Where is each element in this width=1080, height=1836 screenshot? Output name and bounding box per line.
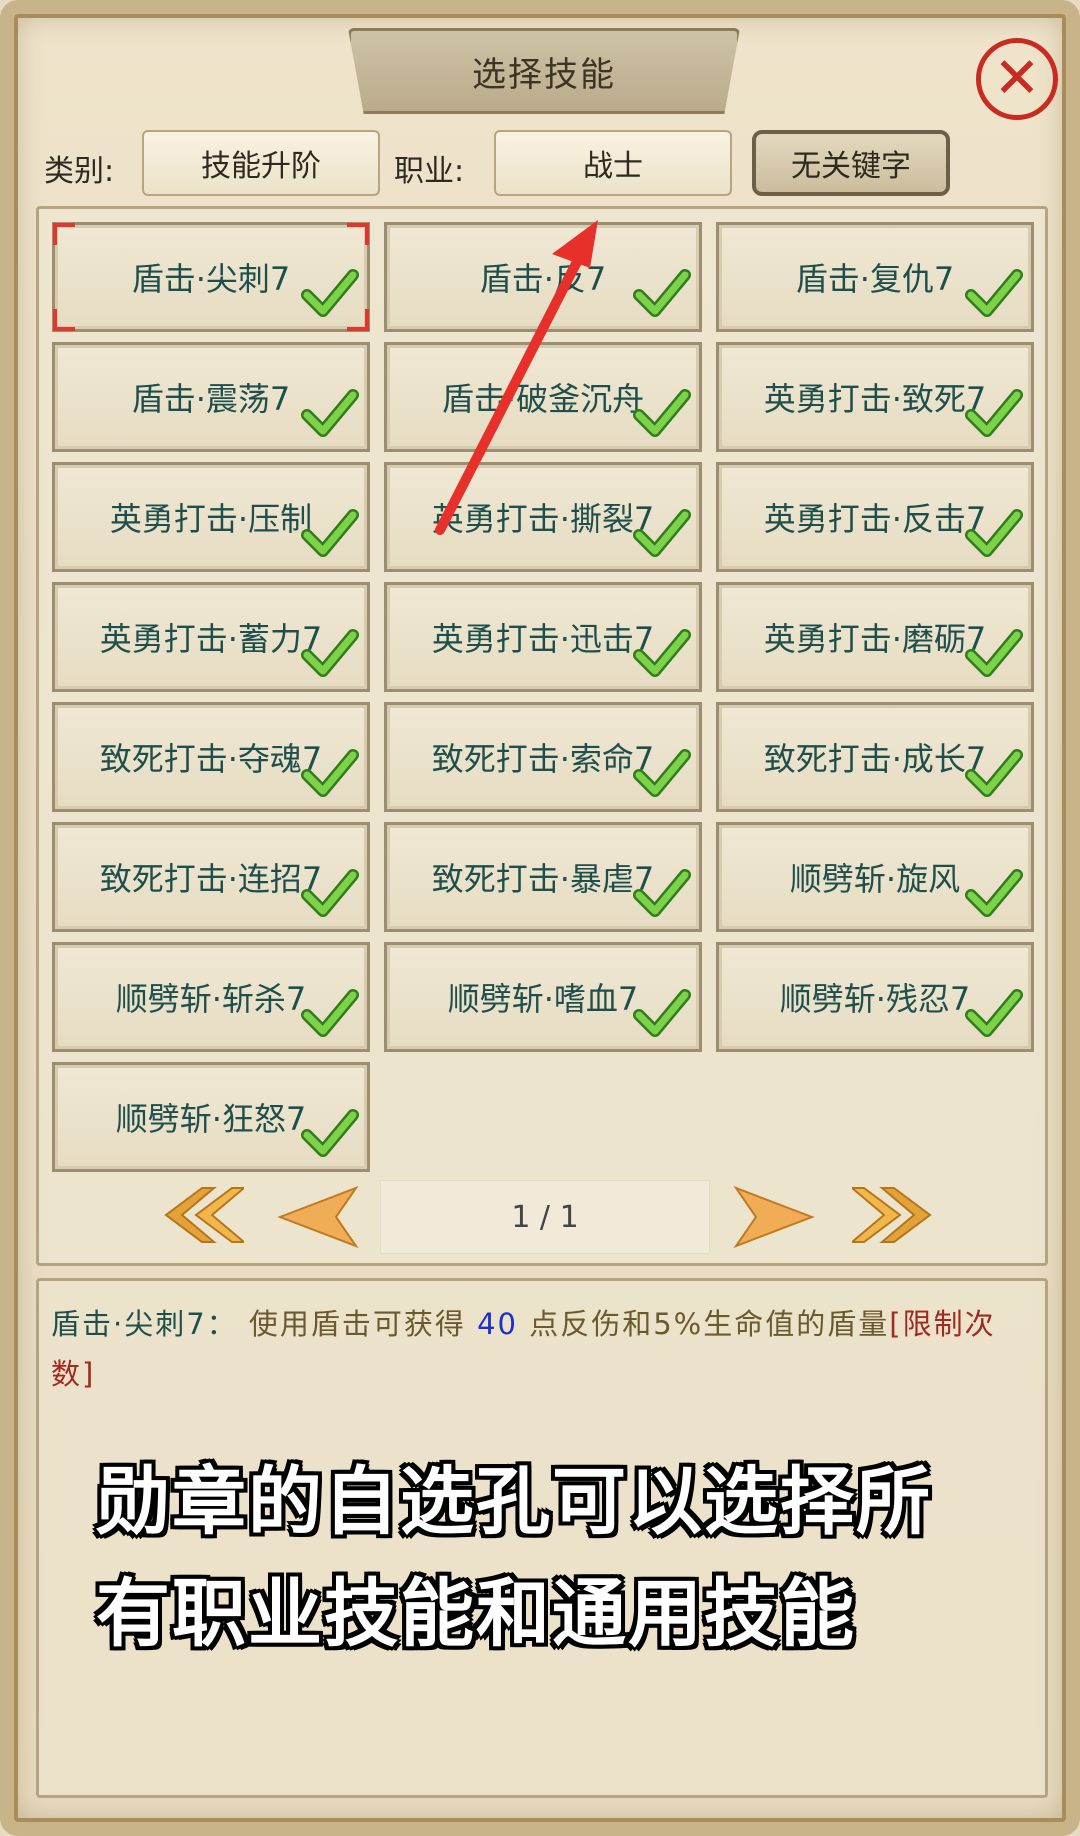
skill-cell[interactable]: 英勇打击·撕裂7 [384, 462, 702, 572]
checkmark-icon [301, 505, 359, 563]
skill-cell[interactable]: 盾击·尖刺7 [52, 222, 370, 332]
skill-name: 盾击·破釜沉舟 [441, 380, 645, 418]
skill-description: 盾击·尖刺7： 使用盾击可获得 40 点反伤和5%生命值的盾量[限制次数] [51, 1299, 1033, 1399]
class-value: 战士 [583, 149, 643, 184]
skill-cell[interactable]: 致死打击·夺魂7 [52, 702, 370, 812]
checkmark-icon [301, 745, 359, 803]
video-caption: 勋章的自选孔可以选择所 有职业技能和通用技能 [96, 1446, 1036, 1670]
skill-cell[interactable]: 英勇打击·反击7 [716, 462, 1034, 572]
skill-name: 英勇打击·磨砺7 [763, 620, 987, 658]
selection-corner [53, 223, 75, 245]
skill-cell[interactable]: 顺劈斩·狂怒7 [52, 1062, 370, 1172]
caption-line-1: 勋章的自选孔可以选择所 [96, 1459, 932, 1545]
skill-name: 致死打击·连招7 [99, 860, 323, 898]
skill-cell[interactable]: 英勇打击·致死7 [716, 342, 1034, 452]
checkmark-icon [965, 865, 1023, 923]
skill-name: 英勇打击·反击7 [763, 500, 987, 538]
skill-name: 盾击·反7 [479, 260, 607, 298]
desc-number: 40 [477, 1307, 519, 1341]
keyword-button-label: 无关键字 [791, 149, 911, 184]
skill-name: 英勇打击·撕裂7 [431, 500, 655, 538]
skill-name: 盾击·复仇7 [795, 260, 955, 298]
skill-cell[interactable]: 英勇打击·迅击7 [384, 582, 702, 692]
checkmark-icon [965, 985, 1023, 1043]
checkmark-icon [633, 385, 691, 443]
checkmark-icon [965, 745, 1023, 803]
skill-cell[interactable]: 致死打击·成长7 [716, 702, 1034, 812]
desc-text-after: 点反伤和5%生命值的盾量 [518, 1307, 890, 1341]
skill-name: 盾击·尖刺7 [131, 260, 291, 298]
dialog-title-banner: 选择技能 [348, 28, 740, 114]
dialog-title: 选择技能 [472, 54, 616, 95]
skill-name: 顺劈斩·残忍7 [779, 980, 971, 1018]
skill-name: 致死打击·暴虐7 [431, 860, 655, 898]
checkmark-icon [301, 1105, 359, 1163]
skill-cell[interactable]: 英勇打击·磨砺7 [716, 582, 1034, 692]
category-value: 技能升阶 [201, 149, 321, 184]
pager: 1 / 1 [0, 1180, 1080, 1260]
skill-cell[interactable]: 致死打击·连招7 [52, 822, 370, 932]
skill-name: 英勇打击·蓄力7 [99, 620, 323, 658]
skill-name: 顺劈斩·旋风 [789, 860, 961, 898]
skill-cell[interactable]: 盾击·复仇7 [716, 222, 1034, 332]
checkmark-icon [301, 865, 359, 923]
skill-name: 致死打击·夺魂7 [99, 740, 323, 778]
filter-row: 类别: 技能升阶 职业: 战士 无关键字 [0, 128, 1080, 198]
selection-corner [347, 309, 369, 331]
skill-cell[interactable]: 盾击·反7 [384, 222, 702, 332]
checkmark-icon [633, 505, 691, 563]
double-chevron-right-icon[interactable] [852, 1184, 936, 1246]
checkmark-icon [633, 625, 691, 683]
page-text: 1 / 1 [511, 1199, 579, 1235]
checkmark-icon [633, 985, 691, 1043]
checkmark-icon [301, 625, 359, 683]
skill-cell[interactable]: 顺劈斩·嗜血7 [384, 942, 702, 1052]
skill-cell[interactable]: 致死打击·索命7 [384, 702, 702, 812]
skill-cell[interactable]: 盾击·破釜沉舟 [384, 342, 702, 452]
skill-name: 致死打击·成长7 [763, 740, 987, 778]
class-label: 职业: [394, 154, 465, 189]
page-indicator: 1 / 1 [380, 1180, 710, 1254]
desc-skill-name: 盾击·尖刺7： [51, 1307, 238, 1341]
skill-cell[interactable]: 英勇打击·压制 [52, 462, 370, 572]
skill-name: 顺劈斩·斩杀7 [115, 980, 307, 1018]
selection-corner [347, 223, 369, 245]
checkmark-icon [965, 625, 1023, 683]
checkmark-icon [633, 865, 691, 923]
skill-cell[interactable]: 顺劈斩·斩杀7 [52, 942, 370, 1052]
checkmark-icon [965, 385, 1023, 443]
category-select[interactable]: 技能升阶 [142, 130, 380, 196]
checkmark-icon [633, 745, 691, 803]
double-chevron-left-icon[interactable] [160, 1184, 244, 1246]
class-select[interactable]: 战士 [494, 130, 732, 196]
skill-cell[interactable]: 英勇打击·蓄力7 [52, 582, 370, 692]
skill-cell[interactable]: 盾击·震荡7 [52, 342, 370, 452]
skill-cell[interactable]: 致死打击·暴虐7 [384, 822, 702, 932]
skill-name: 英勇打击·迅击7 [431, 620, 655, 658]
skill-name: 盾击·震荡7 [131, 380, 291, 418]
close-icon[interactable]: ✕ [976, 38, 1058, 120]
arrow-right-icon[interactable] [732, 1184, 816, 1250]
skill-name: 顺劈斩·狂怒7 [115, 1100, 307, 1138]
skill-name: 英勇打击·致死7 [763, 380, 987, 418]
checkmark-icon [965, 505, 1023, 563]
checkmark-icon [301, 385, 359, 443]
skill-cell[interactable]: 顺劈斩·旋风 [716, 822, 1034, 932]
checkmark-icon [301, 985, 359, 1043]
checkmark-icon [965, 265, 1023, 323]
desc-text-before: 使用盾击可获得 [237, 1307, 478, 1341]
checkmark-icon [633, 265, 691, 323]
selection-corner [53, 309, 75, 331]
skill-name: 英勇打击·压制 [109, 500, 313, 538]
keyword-button[interactable]: 无关键字 [752, 130, 950, 196]
skill-name: 致死打击·索命7 [431, 740, 655, 778]
skill-name: 顺劈斩·嗜血7 [447, 980, 639, 1018]
arrow-left-icon[interactable] [276, 1184, 360, 1250]
skill-cell[interactable]: 顺劈斩·残忍7 [716, 942, 1034, 1052]
category-label: 类别: [44, 154, 115, 189]
caption-line-2: 有职业技能和通用技能 [96, 1571, 856, 1657]
